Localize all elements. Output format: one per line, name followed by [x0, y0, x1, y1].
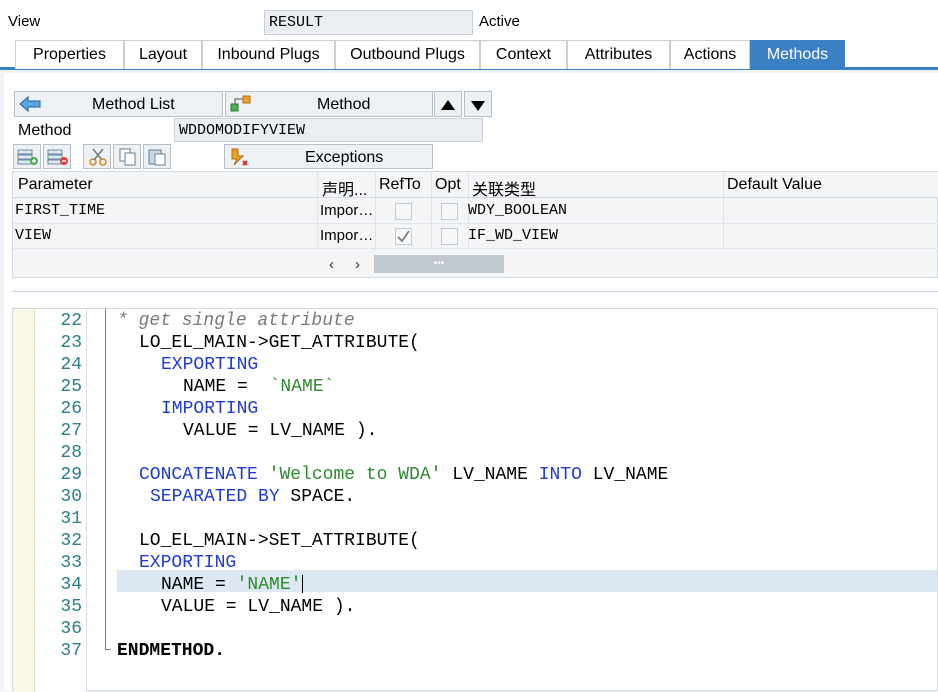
code-line-24: EXPORTING	[161, 355, 259, 375]
tab-inbound-plugs[interactable]: Inbound Plugs	[202, 40, 335, 69]
line-number: 30	[60, 487, 82, 507]
tab-context[interactable]: Context	[480, 40, 567, 69]
line-number: 24	[60, 355, 82, 375]
exception-icon	[229, 147, 251, 172]
cut-button[interactable]	[83, 144, 111, 169]
line-number: 22	[60, 311, 82, 331]
opt-checkbox[interactable]	[441, 203, 458, 220]
view-label: View	[8, 13, 41, 30]
fold-bracket	[105, 309, 106, 649]
refto-checkbox[interactable]	[395, 203, 412, 220]
triangle-down-icon	[470, 99, 486, 117]
copy-button[interactable]	[113, 144, 141, 169]
tab-strip: Properties Layout Inbound Plugs Outbound…	[0, 38, 938, 70]
tab-methods[interactable]: Methods	[750, 40, 845, 69]
triangle-up-icon	[440, 98, 456, 116]
column-header-parameter[interactable]: Parameter	[18, 176, 93, 194]
tab-actions[interactable]: Actions	[670, 40, 750, 69]
line-number: 35	[60, 597, 82, 617]
param-type[interactable]: WDY_BOOLEAN	[468, 202, 567, 219]
code-line-37: ENDMETHOD.	[117, 641, 226, 661]
code-line-27: VALUE = LV_NAME ).	[183, 421, 378, 441]
code-line-34: NAME = 'NAME'	[161, 575, 304, 595]
table-header: Parameter 声明... RefTo Opt 关联类型 Default V…	[13, 172, 938, 200]
code-editor[interactable]: 22 23 24 25 26 27 28 29 30 31 32 33 34 3…	[12, 308, 938, 692]
insert-row-icon	[17, 148, 39, 171]
scroll-right-icon[interactable]: ›	[355, 256, 360, 273]
hierarchy-icon	[230, 94, 252, 119]
paste-button[interactable]	[143, 144, 171, 169]
tab-attributes[interactable]: Attributes	[567, 40, 670, 69]
column-header-declaration[interactable]: 声明...	[322, 176, 367, 200]
back-arrow-icon	[19, 95, 41, 118]
view-header: View RESULT Active	[0, 0, 938, 38]
table-row[interactable]: VIEW Impor… IF_WD_VIEW	[13, 224, 938, 249]
method-button[interactable]: Method	[225, 91, 433, 117]
scissors-icon	[88, 148, 108, 171]
tab-properties[interactable]: Properties	[15, 40, 124, 69]
line-number: 28	[60, 443, 82, 463]
method-label: Method	[18, 122, 72, 139]
opt-checkbox[interactable]	[441, 228, 458, 245]
method-name-field[interactable]: WDDOMODIFYVIEW	[174, 118, 483, 142]
line-number: 25	[60, 377, 82, 397]
code-line-25: NAME = `NAME`	[183, 377, 335, 397]
line-number: 33	[60, 553, 82, 573]
code-line-22: * get single attribute	[117, 311, 355, 331]
line-number: 26	[60, 399, 82, 419]
tab-layout[interactable]: Layout	[124, 40, 202, 69]
column-header-type[interactable]: 关联类型	[472, 176, 536, 200]
scroll-left-icon[interactable]: ‹	[329, 256, 334, 273]
exceptions-button[interactable]: Exceptions	[224, 144, 433, 169]
line-number: 32	[60, 531, 82, 551]
status-label: Active	[479, 13, 520, 30]
methods-panel: Method List Method Method WDDOMODIFYVIEW	[4, 73, 938, 692]
table-row[interactable]: FIRST_TIME Impor… WDY_BOOLEAN	[13, 199, 938, 224]
line-number: 36	[60, 619, 82, 639]
move-down-button[interactable]	[464, 91, 492, 117]
delete-row-button[interactable]	[43, 144, 71, 169]
param-declaration[interactable]: Impor…	[320, 202, 373, 219]
column-header-refto[interactable]: RefTo	[379, 176, 421, 194]
view-name-field[interactable]: RESULT	[264, 10, 473, 35]
line-number: 27	[60, 421, 82, 441]
column-header-default[interactable]: Default Value	[727, 176, 822, 194]
code-line-35: VALUE = LV_NAME ).	[161, 597, 356, 617]
tab-outbound-plugs[interactable]: Outbound Plugs	[335, 40, 480, 69]
delete-row-icon	[47, 148, 69, 171]
line-number: 29	[60, 465, 82, 485]
line-number: 23	[60, 333, 82, 353]
insert-row-button[interactable]	[13, 144, 41, 169]
line-number: 34	[60, 575, 82, 595]
code-line-26: IMPORTING	[161, 399, 259, 419]
line-number-gutter: 22 23 24 25 26 27 28 29 30 31 32 33 34 3…	[35, 309, 87, 692]
code-line-29: CONCATENATE 'Welcome to WDA' LV_NAME INT…	[139, 465, 669, 485]
move-up-button[interactable]	[434, 91, 462, 117]
parameter-table: Parameter 声明... RefTo Opt 关联类型 Default V…	[12, 171, 938, 278]
code-line-32: LO_EL_MAIN->SET_ATTRIBUTE(	[139, 531, 420, 551]
param-name[interactable]: FIRST_TIME	[15, 202, 105, 219]
line-number: 37	[60, 641, 82, 661]
horizontal-scrollbar[interactable]: •••	[374, 255, 504, 273]
text-cursor	[302, 575, 304, 594]
param-declaration[interactable]: Impor…	[320, 227, 373, 244]
code-line-33: EXPORTING	[139, 553, 237, 573]
code-line-30: SEPARATED BY SPACE.	[150, 487, 356, 507]
column-header-opt[interactable]: Opt	[435, 176, 461, 194]
refto-checkbox[interactable]	[395, 228, 412, 245]
breakpoint-gutter[interactable]	[13, 309, 35, 692]
copy-icon	[118, 148, 138, 171]
code-line-23: LO_EL_MAIN->GET_ATTRIBUTE(	[139, 333, 420, 353]
paste-icon	[148, 148, 168, 171]
method-list-button[interactable]: Method List	[14, 91, 223, 117]
line-number: 31	[60, 509, 82, 529]
checkmark-icon	[397, 230, 410, 243]
param-name[interactable]: VIEW	[15, 227, 51, 244]
param-type[interactable]: IF_WD_VIEW	[468, 227, 558, 244]
